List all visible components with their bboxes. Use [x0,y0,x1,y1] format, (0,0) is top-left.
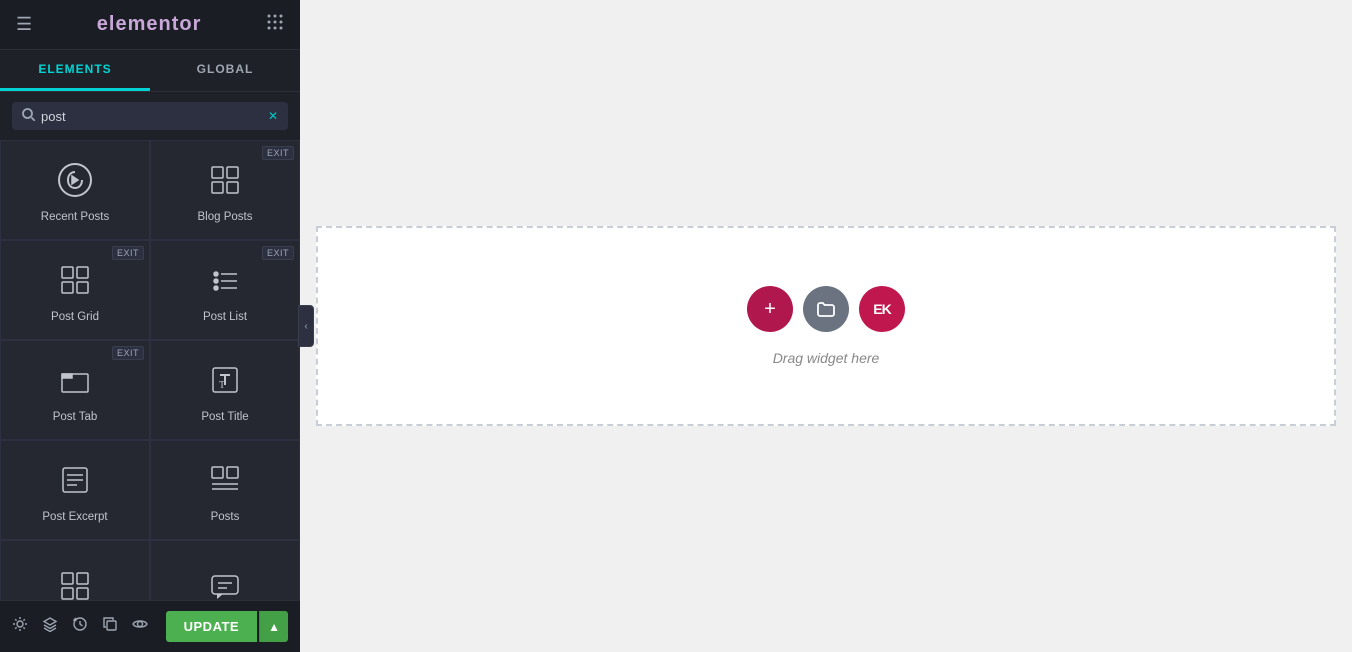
clone-icon[interactable] [102,616,118,637]
search-clear-icon[interactable]: ✕ [268,109,278,123]
search-wrapper: ✕ [12,102,288,130]
top-bar: ☰ elementor [0,0,300,50]
add-section-button[interactable]: + [747,286,793,332]
exit-badge-tab: EXIT [112,346,144,360]
widget-9-icon [57,568,93,601]
drag-hint: Drag widget here [773,350,880,366]
blog-posts-label: Blog Posts [198,211,253,223]
posts-label: Posts [211,511,240,523]
update-btn-wrapper: UPDATE ▲ [166,611,288,642]
post-excerpt-icon [57,462,93,503]
tab-elements[interactable]: ELEMENTS [0,50,150,91]
hamburger-icon[interactable]: ☰ [16,14,32,35]
history-icon[interactable] [72,616,88,637]
exit-badge: EXIT [262,146,294,160]
widget-posts[interactable]: Posts [150,440,300,540]
widget-post-excerpt[interactable]: Post Excerpt [0,440,150,540]
post-grid-icon [57,262,93,303]
search-input[interactable] [41,109,262,124]
widget-post-list[interactable]: EXIT Post List [150,240,300,340]
widget-10[interactable] [150,540,300,600]
canvas-area: + EK Drag widget here [300,0,1352,652]
layers-icon[interactable] [42,616,58,637]
action-buttons: + EK [747,286,905,332]
widget-9[interactable] [0,540,150,600]
post-grid-label: Post Grid [51,311,99,323]
widget-blog-posts[interactable]: EXIT Blog Posts [150,140,300,240]
widget-post-tab[interactable]: EXIT Post Tab [0,340,150,440]
post-list-icon [207,262,243,303]
exit-badge-list: EXIT [262,246,294,260]
post-title-label: Post Title [201,411,248,423]
sidebar: ☰ elementor ELEMENTS GLOBAL ✕ [0,0,300,652]
post-tab-label: Post Tab [53,411,98,423]
bottom-toolbar: UPDATE ▲ [0,600,300,652]
post-list-label: Post List [203,311,247,323]
template-library-button[interactable] [803,286,849,332]
posts-icon [207,462,243,503]
update-button[interactable]: UPDATE [166,611,257,642]
grid-icon[interactable] [266,13,284,36]
svg-text:T: T [219,380,225,391]
post-tab-icon [57,362,93,403]
app-title: elementor [97,13,202,36]
widget-10-icon [207,568,243,601]
widgets-grid: Recent Posts EXIT Blog Posts EXIT [0,140,300,600]
blog-posts-icon [207,162,243,203]
tabs-bar: ELEMENTS GLOBAL [0,50,300,92]
update-dropdown-button[interactable]: ▲ [259,611,288,642]
widget-post-title[interactable]: T Post Title [150,340,300,440]
post-title-icon: T [207,362,243,403]
widget-recent-posts[interactable]: Recent Posts [0,140,150,240]
post-excerpt-label: Post Excerpt [42,511,107,523]
eye-icon[interactable] [132,616,148,637]
recent-posts-icon [57,162,93,203]
exit-badge-grid: EXIT [112,246,144,260]
tab-global[interactable]: GLOBAL [150,50,300,91]
gear-icon[interactable] [12,616,28,637]
recent-posts-label: Recent Posts [41,211,109,223]
search-icon [22,108,35,124]
drop-zone[interactable]: + EK Drag widget here [316,226,1336,426]
collapse-handle[interactable]: ‹ [298,305,314,347]
search-bar: ✕ [0,92,300,140]
elementor-kit-button[interactable]: EK [859,286,905,332]
widget-post-grid[interactable]: EXIT Post Grid [0,240,150,340]
